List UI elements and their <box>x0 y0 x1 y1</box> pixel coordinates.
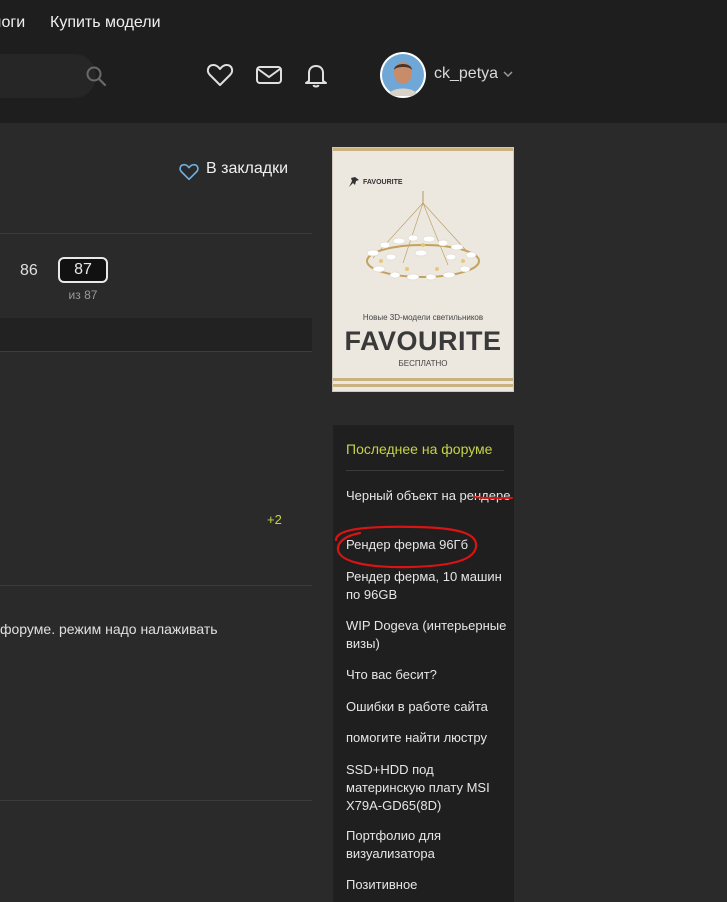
divider <box>346 470 504 471</box>
page-link-prev[interactable]: 86 <box>20 262 38 280</box>
search-icon[interactable] <box>84 64 108 88</box>
forum-link[interactable]: WIP Dogeva (интерьерные визы) <box>346 617 511 653</box>
post-text: форуме. режим надо налаживать <box>0 621 218 637</box>
heart-outline-icon <box>179 163 199 181</box>
avatar[interactable] <box>380 52 426 98</box>
divider <box>0 233 312 234</box>
banner-free: БЕСПЛАТНО <box>398 359 448 368</box>
divider <box>0 351 312 352</box>
main-content <box>0 123 312 902</box>
ad-banner[interactable]: FAVOURITE Новые 3D-модели светильников F… <box>332 147 514 392</box>
top-bar: логи Купить модели ck_petya <box>0 0 727 123</box>
forum-link[interactable]: Позитивное <box>346 876 511 894</box>
nav-item-buy-models[interactable]: Купить модели <box>50 14 161 32</box>
banner-subtitle: Новые 3D-модели светильников <box>362 313 484 322</box>
bookmark-button[interactable]: В закладки <box>178 158 308 182</box>
forum-link[interactable]: Ошибки в работе сайта <box>346 698 511 716</box>
chandelier-image <box>366 191 480 281</box>
forum-link[interactable]: помогите найти люстру <box>346 729 511 747</box>
forum-latest-widget: Последнее на форуме Черный объект на рен… <box>333 425 514 902</box>
bell-icon[interactable] <box>301 60 331 90</box>
banner-bar <box>333 378 513 381</box>
divider <box>0 585 312 586</box>
forum-link[interactable]: SSD+HDD под материнскую плату MSI X79A-G… <box>346 761 511 815</box>
chevron-down-icon[interactable] <box>502 68 514 80</box>
user-photo <box>382 54 424 96</box>
username[interactable]: ck_petya <box>434 65 498 83</box>
page-current[interactable]: 87 <box>58 257 108 283</box>
vote-badge: +2 <box>267 512 282 527</box>
forum-link[interactable]: Рендер ферма, 10 машин по 96GB <box>346 568 511 604</box>
search-input[interactable] <box>0 54 96 98</box>
forum-widget-title: Последнее на форуме <box>346 441 493 457</box>
table-header <box>0 318 312 352</box>
forum-link[interactable]: Черный объект на рендере <box>346 487 511 505</box>
banner-bar <box>333 384 513 387</box>
mail-icon[interactable] <box>254 60 284 90</box>
banner-title: FAVOURITE <box>344 326 502 356</box>
heart-icon[interactable] <box>205 60 235 90</box>
divider <box>0 800 312 801</box>
bookmark-label: В закладки <box>206 160 289 177</box>
banner-bar <box>333 148 513 151</box>
forum-link[interactable]: Что вас бесит? <box>346 666 511 684</box>
nav-item-catalog[interactable]: логи <box>0 14 25 32</box>
forum-link[interactable]: Рендер ферма 96Гб <box>346 536 511 554</box>
page-total: из 87 <box>68 288 98 302</box>
page-current-label: 87 <box>74 261 92 278</box>
forum-link[interactable]: Портфолио для визуализатора <box>346 827 511 863</box>
